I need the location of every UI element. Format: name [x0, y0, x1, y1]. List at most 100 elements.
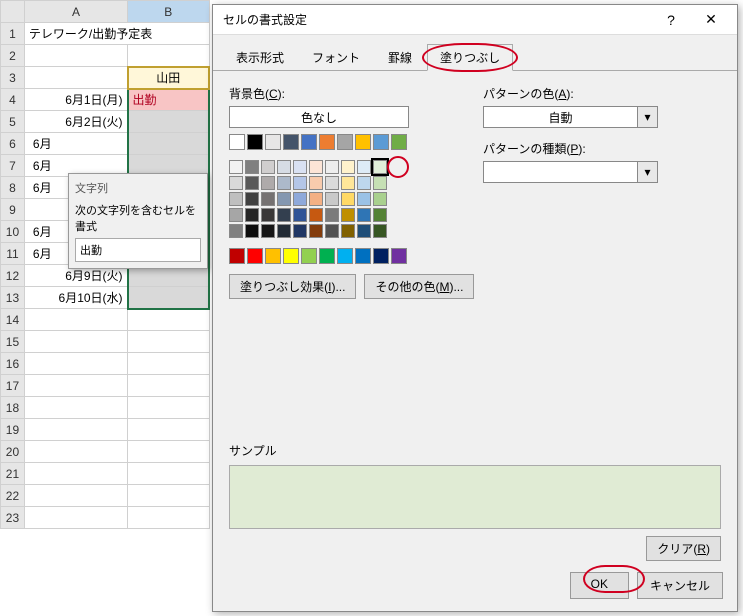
row-header[interactable]: 6: [1, 133, 25, 155]
color-swatch[interactable]: [391, 134, 407, 150]
clear-button[interactable]: クリア(R): [646, 536, 721, 561]
row-header[interactable]: 10: [1, 221, 25, 243]
cell[interactable]: [24, 507, 127, 529]
color-swatch[interactable]: [265, 134, 281, 150]
cell-b3[interactable]: 山田: [128, 67, 209, 89]
row-header[interactable]: 3: [1, 67, 25, 89]
cell[interactable]: [24, 463, 127, 485]
color-swatch[interactable]: [293, 160, 307, 174]
row-header[interactable]: 14: [1, 309, 25, 331]
row-header[interactable]: 2: [1, 45, 25, 67]
cell[interactable]: 6月1日(月): [24, 89, 127, 111]
color-swatch[interactable]: [309, 224, 323, 238]
color-swatch[interactable]: [277, 208, 291, 222]
color-swatch[interactable]: [229, 134, 245, 150]
row-header[interactable]: 19: [1, 419, 25, 441]
color-swatch[interactable]: [229, 248, 245, 264]
color-swatch[interactable]: [373, 248, 389, 264]
cell[interactable]: [128, 353, 209, 375]
color-swatch[interactable]: [293, 176, 307, 190]
color-swatch[interactable]: [247, 248, 263, 264]
cell-b4[interactable]: 出勤: [128, 89, 209, 111]
close-button[interactable]: ✕: [691, 7, 731, 33]
cell[interactable]: [24, 67, 127, 89]
color-swatch[interactable]: [277, 176, 291, 190]
cell[interactable]: [24, 331, 127, 353]
color-swatch[interactable]: [357, 224, 371, 238]
color-swatch[interactable]: [337, 134, 353, 150]
color-swatch[interactable]: [229, 192, 243, 206]
row-header[interactable]: 1: [1, 23, 25, 45]
cell[interactable]: [24, 419, 127, 441]
cell[interactable]: [24, 309, 127, 331]
cell[interactable]: [128, 375, 209, 397]
tab-number-format[interactable]: 表示形式: [223, 44, 297, 71]
col-header-a[interactable]: A: [24, 1, 127, 23]
pattern-color-combo[interactable]: 自動 ▾: [483, 106, 658, 128]
cell[interactable]: [128, 45, 209, 67]
color-swatch[interactable]: [247, 134, 263, 150]
fill-effects-button[interactable]: 塗りつぶし効果(I)...: [229, 274, 356, 299]
help-button[interactable]: ?: [651, 7, 691, 33]
color-swatch[interactable]: [319, 134, 335, 150]
ok-button[interactable]: OK: [570, 572, 629, 599]
row-header[interactable]: 20: [1, 441, 25, 463]
cell-a1[interactable]: テレワーク/出勤予定表: [24, 23, 209, 45]
row-header[interactable]: 12: [1, 265, 25, 287]
cell[interactable]: 6月10日(水): [24, 287, 127, 309]
color-swatch[interactable]: [293, 224, 307, 238]
row-header[interactable]: 17: [1, 375, 25, 397]
color-swatch[interactable]: [355, 248, 371, 264]
color-swatch[interactable]: [245, 192, 259, 206]
row-header[interactable]: 21: [1, 463, 25, 485]
color-swatch[interactable]: [341, 192, 355, 206]
cell[interactable]: [24, 375, 127, 397]
pattern-type-combo[interactable]: ▾: [483, 161, 658, 183]
color-swatch[interactable]: [325, 208, 339, 222]
row-header[interactable]: 8: [1, 177, 25, 199]
row-header[interactable]: 16: [1, 353, 25, 375]
color-swatch[interactable]: [261, 208, 275, 222]
color-swatch[interactable]: [309, 160, 323, 174]
cell[interactable]: [24, 353, 127, 375]
row-header[interactable]: 23: [1, 507, 25, 529]
cell[interactable]: [128, 485, 209, 507]
color-swatch[interactable]: [373, 176, 387, 190]
row-header[interactable]: 5: [1, 111, 25, 133]
color-swatch[interactable]: [341, 176, 355, 190]
cell[interactable]: [24, 45, 127, 67]
color-swatch[interactable]: [357, 176, 371, 190]
no-color-button[interactable]: 色なし: [229, 106, 409, 128]
cell[interactable]: [128, 331, 209, 353]
cell[interactable]: [128, 287, 209, 309]
color-swatch[interactable]: [277, 224, 291, 238]
color-swatch[interactable]: [309, 208, 323, 222]
cell[interactable]: [128, 441, 209, 463]
color-swatch[interactable]: [293, 208, 307, 222]
color-swatch[interactable]: [301, 248, 317, 264]
row-header[interactable]: 22: [1, 485, 25, 507]
color-swatch[interactable]: [325, 224, 339, 238]
color-swatch[interactable]: [337, 248, 353, 264]
color-swatch[interactable]: [309, 176, 323, 190]
color-swatch[interactable]: [283, 248, 299, 264]
color-swatch[interactable]: [229, 176, 243, 190]
color-swatch[interactable]: [357, 208, 371, 222]
cell[interactable]: [128, 463, 209, 485]
color-swatch[interactable]: [245, 208, 259, 222]
color-swatch[interactable]: [265, 248, 281, 264]
cell[interactable]: [128, 309, 209, 331]
color-swatch[interactable]: [319, 248, 335, 264]
color-swatch[interactable]: [229, 208, 243, 222]
cell[interactable]: [128, 133, 209, 155]
color-swatch[interactable]: [309, 192, 323, 206]
color-swatch[interactable]: [373, 208, 387, 222]
cell[interactable]: 6月2日(火): [24, 111, 127, 133]
row-header[interactable]: 4: [1, 89, 25, 111]
color-swatch[interactable]: [357, 160, 371, 174]
color-swatch[interactable]: [325, 192, 339, 206]
cell[interactable]: [24, 397, 127, 419]
tab-font[interactable]: フォント: [299, 44, 373, 71]
cell[interactable]: [128, 111, 209, 133]
row-header[interactable]: 11: [1, 243, 25, 265]
